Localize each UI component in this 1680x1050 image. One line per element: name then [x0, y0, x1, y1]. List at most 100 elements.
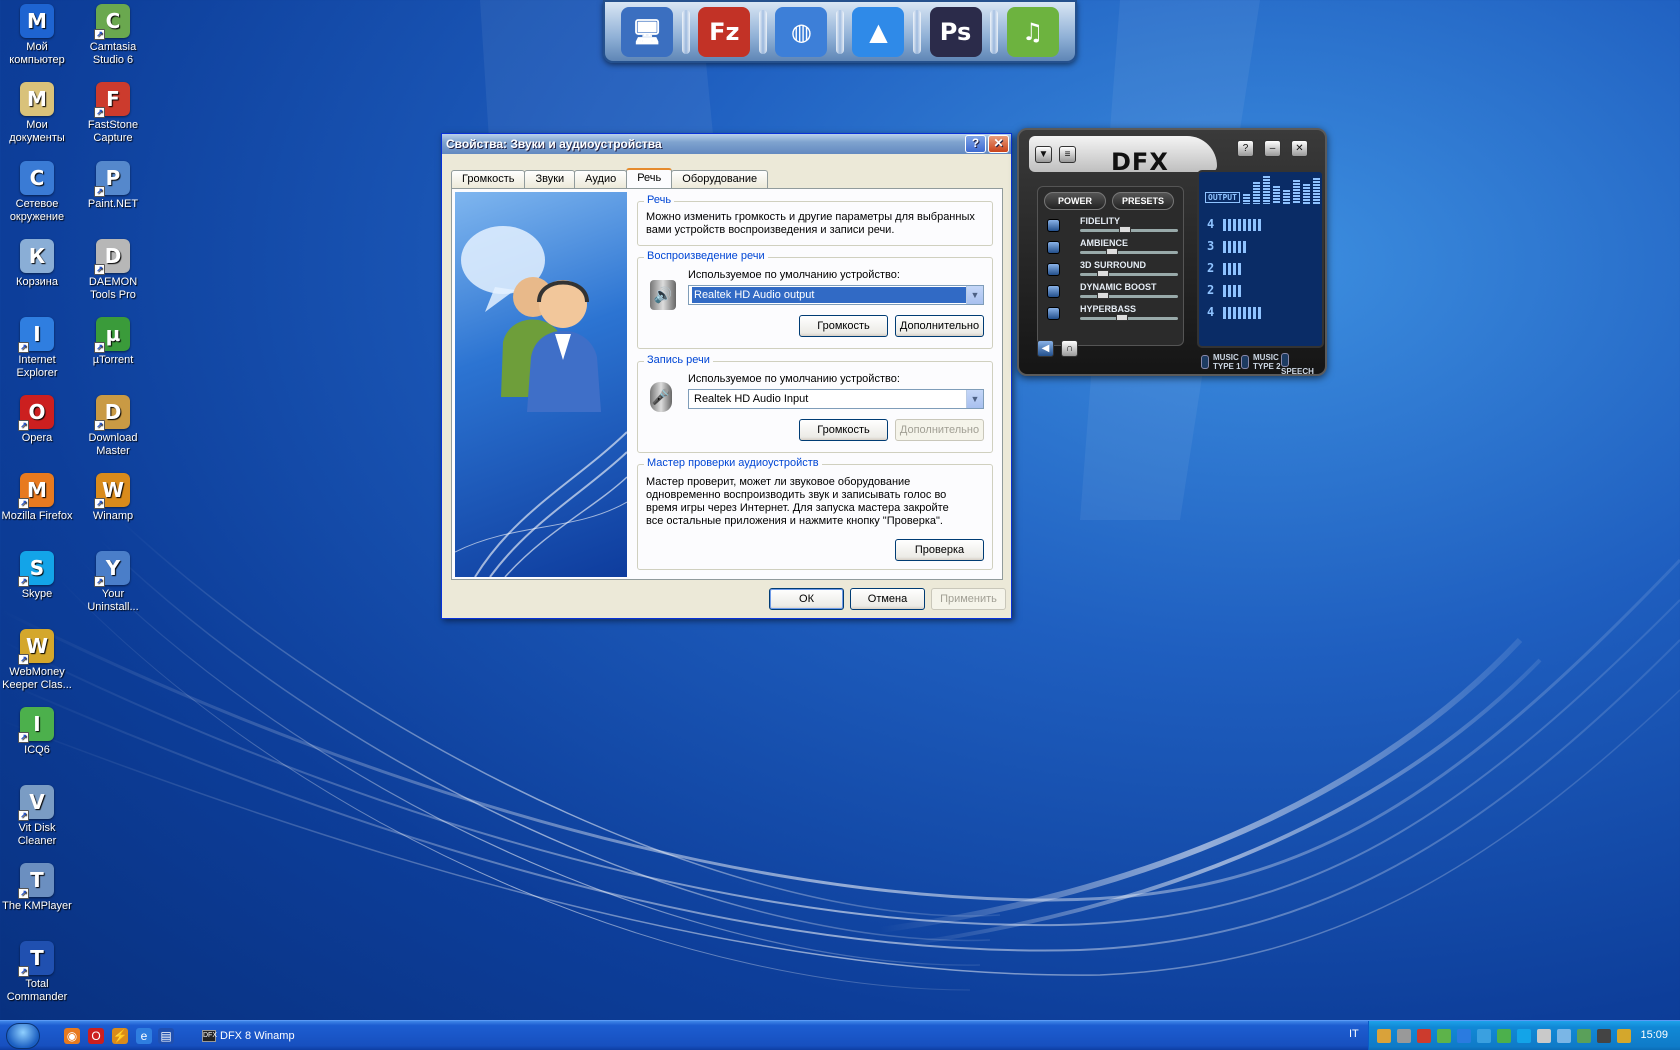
lcd-bar	[1233, 307, 1236, 319]
desktop-icon[interactable]: M ↗ Mozilla Firefox	[0, 473, 75, 523]
desktop-icon[interactable]: T ↗ The KMPlayer	[0, 863, 75, 913]
monitor-tray-icon[interactable]	[1557, 1029, 1571, 1043]
skype-tray-icon[interactable]	[1517, 1029, 1531, 1043]
filezilla-icon[interactable]: Fz	[698, 6, 751, 57]
speaker-mode-icon[interactable]: ◀	[1037, 340, 1054, 357]
faststone-tray-icon[interactable]	[1417, 1029, 1431, 1043]
presets-button[interactable]: PRESETS	[1112, 192, 1174, 210]
desktop-icon[interactable]: Y ↗ Your Uninstall...	[75, 551, 151, 614]
slider-toggle-button[interactable]	[1047, 241, 1060, 254]
tab-3[interactable]: Речь	[626, 168, 673, 188]
list-icon[interactable]: ≡	[1059, 146, 1076, 163]
mode-option[interactable]: MUSIC TYPE 2	[1241, 353, 1281, 371]
daemon-tray-icon[interactable]	[1397, 1029, 1411, 1043]
volume-tray-icon[interactable]	[1597, 1029, 1611, 1043]
security-tray-icon[interactable]	[1577, 1029, 1591, 1043]
help-icon[interactable]: ?	[1237, 140, 1254, 157]
icq-tray-icon[interactable]	[1497, 1029, 1511, 1043]
tab-4[interactable]: Оборудование	[671, 170, 769, 188]
monitor-icon[interactable]: 🖥	[621, 6, 674, 57]
display-tray-icon[interactable]	[1477, 1029, 1491, 1043]
globe-icon[interactable]: ◍	[775, 6, 828, 57]
desktop-icon[interactable]: C ↗ Camtasia Studio 6	[75, 4, 151, 67]
close-button[interactable]: ✕	[988, 135, 1009, 153]
lcd-bar	[1233, 285, 1236, 297]
desktop-icon[interactable]: D ↗ DAEMON Tools Pro	[75, 239, 151, 302]
desktop-icon[interactable]: D ↗ Download Master	[75, 395, 151, 458]
power-button[interactable]: POWER	[1044, 192, 1106, 210]
desktop-icon[interactable]: М Мой компьютер	[0, 4, 75, 67]
playback-device-select[interactable]: Realtek HD Audio output ▼	[688, 285, 984, 305]
test-button[interactable]: Проверка	[895, 539, 984, 561]
up-arrow-icon[interactable]: ▲	[852, 6, 905, 57]
slider-toggle-button[interactable]	[1047, 219, 1060, 232]
start-button[interactable]	[6, 1023, 40, 1049]
apply-button[interactable]: Применить	[931, 588, 1006, 610]
slider-thumb[interactable]	[1097, 270, 1109, 277]
dfx-header[interactable]: ▼ ≡ DFX	[1029, 136, 1217, 176]
slider-thumb[interactable]	[1097, 292, 1109, 299]
desktop-icon[interactable]: W ↗ Winamp	[75, 473, 151, 523]
network-tray-icon[interactable]	[1457, 1029, 1471, 1043]
headphones-icon[interactable]: ∩	[1061, 340, 1078, 357]
utorrent-tray-icon[interactable]	[1437, 1029, 1451, 1043]
desktop-icon[interactable]: P ↗ Paint.NET	[75, 161, 151, 211]
slider-toggle-button[interactable]	[1047, 307, 1060, 320]
webmoney-tray-icon[interactable]	[1617, 1029, 1631, 1043]
desktop-icon[interactable]: F ↗ FastStone Capture	[75, 82, 151, 145]
close-icon[interactable]: ✕	[1291, 140, 1308, 157]
desktop-icon[interactable]: W ↗ WebMoney Keeper Clas...	[0, 629, 75, 692]
effect-slider[interactable]	[1080, 226, 1178, 233]
desktop-icon[interactable]: O ↗ Opera	[0, 395, 75, 445]
cancel-button[interactable]: Отмена	[850, 588, 925, 610]
recording-device-select[interactable]: Realtek HD Audio Input ▼	[688, 389, 984, 409]
playback-advanced-button[interactable]: Дополнительно	[895, 315, 984, 337]
mode-option[interactable]: MUSIC TYPE 1	[1201, 353, 1241, 371]
desktop-icon[interactable]: V ↗ Vit Disk Cleaner	[0, 785, 75, 848]
desktop-icon[interactable]: µ ↗ µTorrent	[75, 317, 151, 367]
total-commander-icon[interactable]: ▤	[158, 1028, 174, 1044]
tab-1[interactable]: Звуки	[524, 170, 576, 188]
tab-0[interactable]: Громкость	[451, 170, 526, 188]
desktop-icon[interactable]: S ↗ Skype	[0, 551, 75, 601]
photoshop-icon[interactable]: Ps	[929, 6, 982, 57]
desktop-icon[interactable]: С Сетевое окружение	[0, 161, 75, 224]
safely-remove-tray-icon[interactable]	[1537, 1029, 1551, 1043]
menu-dropdown-icon[interactable]: ▼	[1035, 146, 1052, 163]
winamp-icon[interactable]: ⚡	[112, 1028, 128, 1044]
music-note-icon[interactable]: ♫	[1006, 6, 1059, 57]
recording-advanced-button[interactable]: Дополнительно	[895, 419, 984, 441]
effect-slider[interactable]	[1080, 248, 1178, 255]
shortcut-arrow-icon: ↗	[94, 576, 105, 587]
effect-slider[interactable]	[1080, 270, 1178, 277]
effect-slider[interactable]	[1080, 292, 1178, 299]
help-button[interactable]: ?	[965, 135, 986, 153]
slider-toggle-button[interactable]	[1047, 263, 1060, 276]
playback-volume-button[interactable]: Громкость	[799, 315, 888, 337]
dock-separator	[990, 9, 999, 54]
internet-explorer-icon[interactable]: e	[136, 1028, 152, 1044]
ok-button[interactable]: ОК	[769, 588, 844, 610]
tab-2[interactable]: Аудио	[574, 170, 628, 188]
task-dfx-winamp[interactable]: DFX DFX 8 Winamp	[198, 1025, 358, 1047]
chevron-down-icon[interactable]: ▼	[966, 390, 983, 408]
dialog-titlebar[interactable]: Свойства: Звуки и аудиоустройства ? ✕	[442, 134, 1011, 154]
winamp-tray-icon[interactable]	[1377, 1029, 1391, 1043]
effect-slider[interactable]	[1080, 314, 1178, 321]
desktop-icon[interactable]: T ↗ Total Commander	[0, 941, 75, 1004]
desktop-icon[interactable]: М Мои документы	[0, 82, 75, 145]
desktop-icon[interactable]: I ↗ ICQ6	[0, 707, 75, 757]
slider-toggle-button[interactable]	[1047, 285, 1060, 298]
minimize-icon[interactable]: –	[1264, 140, 1281, 157]
slider-thumb[interactable]	[1119, 226, 1131, 233]
desktop-icon[interactable]: К Корзина	[0, 239, 75, 289]
language-indicator[interactable]: IT	[1349, 1028, 1359, 1040]
slider-thumb[interactable]	[1106, 248, 1118, 255]
desktop-icon[interactable]: I ↗ Internet Explorer	[0, 317, 75, 380]
recording-volume-button[interactable]: Громкость	[799, 419, 888, 441]
firefox-icon[interactable]: ◉	[64, 1028, 80, 1044]
chevron-down-icon[interactable]: ▼	[966, 286, 983, 304]
mode-option[interactable]: SPEECH	[1281, 353, 1325, 376]
slider-thumb[interactable]	[1116, 314, 1128, 321]
opera-icon[interactable]: O	[88, 1028, 104, 1044]
